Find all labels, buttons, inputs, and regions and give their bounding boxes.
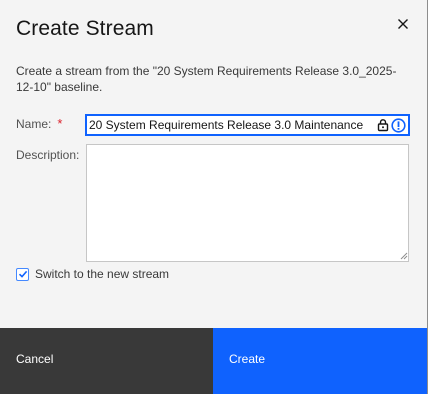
dialog-title: Create Stream bbox=[16, 17, 154, 40]
name-field-wrapper bbox=[85, 114, 410, 136]
description-label: Description: bbox=[16, 148, 80, 162]
cancel-button[interactable]: Cancel bbox=[0, 328, 213, 394]
create-button[interactable]: Create bbox=[213, 328, 427, 394]
close-icon bbox=[398, 19, 408, 29]
dialog-description: Create a stream from the "20 System Requ… bbox=[16, 64, 397, 94]
info-icon[interactable] bbox=[391, 117, 406, 133]
field-icons bbox=[376, 117, 406, 133]
description-textarea[interactable] bbox=[86, 144, 409, 262]
checkmark-icon bbox=[18, 270, 27, 278]
close-button[interactable] bbox=[393, 14, 413, 34]
resize-grip-icon[interactable] bbox=[398, 250, 408, 260]
create-stream-dialog: Create Stream Create a stream from the "… bbox=[0, 0, 428, 394]
name-input[interactable] bbox=[86, 115, 370, 135]
switch-stream-label: Switch to the new stream bbox=[35, 267, 170, 281]
switch-stream-checkbox[interactable] bbox=[16, 267, 29, 281]
dialog-footer: Cancel Create bbox=[0, 328, 427, 394]
name-label: Name: bbox=[16, 117, 52, 131]
lock-icon[interactable] bbox=[376, 118, 390, 132]
switch-stream-option[interactable]: Switch to the new stream bbox=[16, 267, 169, 281]
required-marker: * bbox=[57, 116, 63, 131]
name-label-row: Name: * bbox=[16, 116, 62, 131]
